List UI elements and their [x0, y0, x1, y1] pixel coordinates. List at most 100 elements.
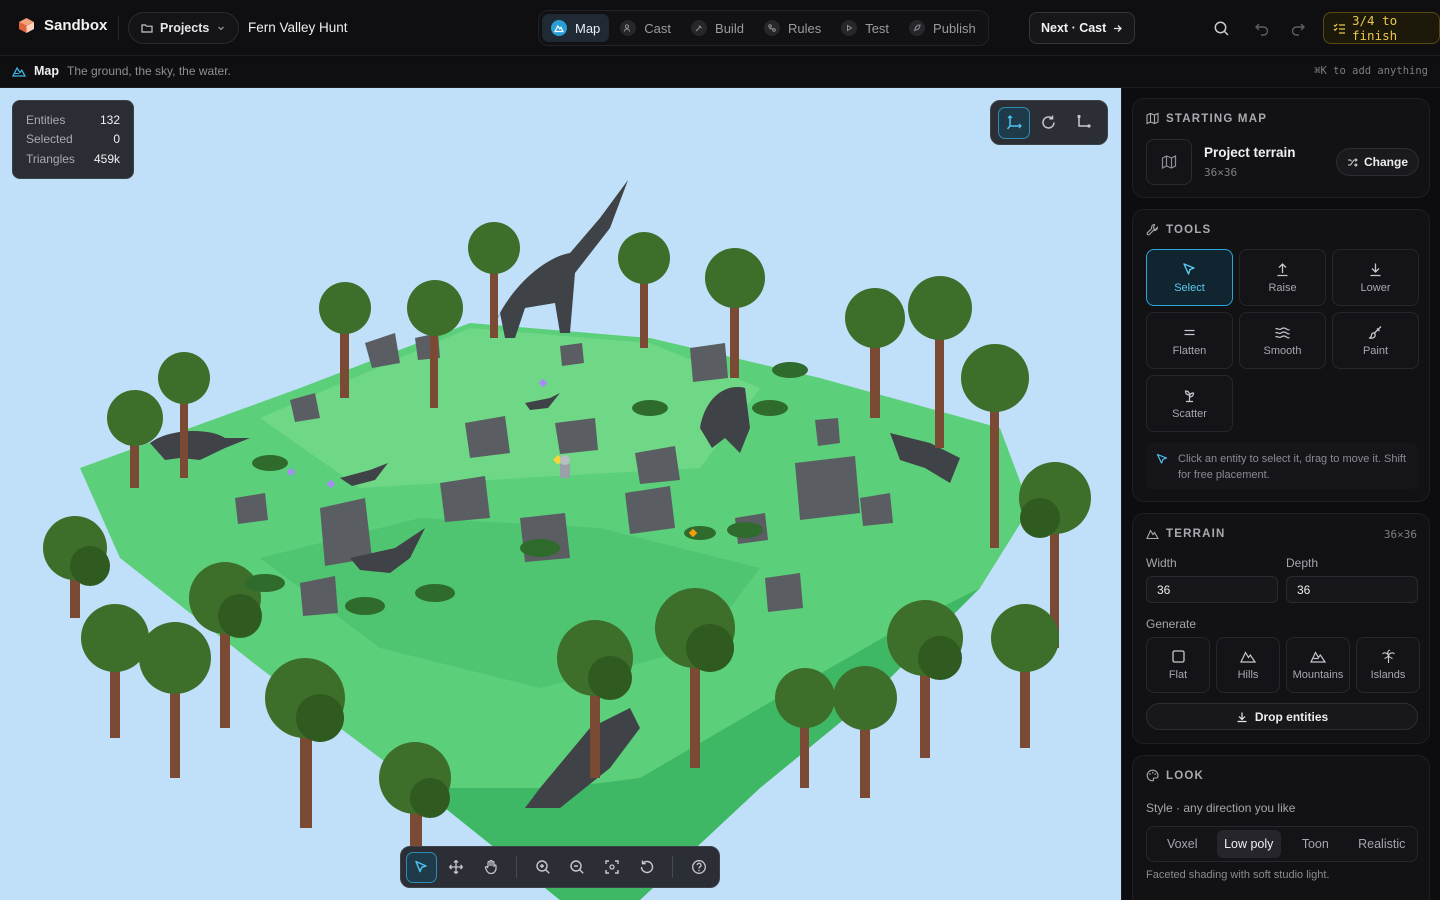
look-heading: LOOK: [1146, 769, 1204, 782]
scene-viewport[interactable]: Entities 132 Selected 0 Triangles 459k: [0, 88, 1121, 900]
flatten-icon: [1182, 325, 1197, 340]
cursor-icon: [1182, 262, 1197, 277]
tool-hint-text: Click an entity to select it, drag to mo…: [1178, 453, 1407, 481]
zoom-in-button[interactable]: [527, 852, 558, 883]
tool-paint-label: Paint: [1362, 344, 1389, 357]
next-label: Next · Cast: [1041, 21, 1107, 35]
tool-smooth-label: Smooth: [1263, 344, 1302, 357]
orbit-button[interactable]: [441, 852, 472, 883]
tool-grid: Select Raise Lower Flatten Smooth Paint: [1146, 249, 1419, 432]
top-bar: Sandbox Projects Fern Valley Hunt Map Ca…: [0, 0, 1440, 56]
select-mode-button[interactable]: [406, 851, 437, 883]
axis-gizmo-button[interactable]: [998, 106, 1031, 139]
terrain-icon: [551, 20, 567, 36]
tab-test-label: Test: [865, 20, 890, 36]
move-icon: [448, 859, 464, 875]
map-size: 36×36: [1204, 166, 1238, 179]
starting-map-heading-text: STARTING MAP: [1166, 112, 1268, 125]
drop-entities-button[interactable]: Drop entities: [1146, 703, 1418, 730]
tool-raise[interactable]: Raise: [1239, 249, 1326, 306]
raise-icon: [1275, 262, 1290, 277]
map-icon: [1146, 112, 1159, 125]
width-field[interactable]: 36: [1146, 576, 1278, 603]
next-cast-button[interactable]: Next · Cast: [1029, 12, 1136, 44]
folder-icon: [141, 22, 153, 34]
focus-icon: [604, 859, 620, 875]
style-realistic[interactable]: Realistic: [1350, 830, 1415, 858]
tab-test[interactable]: Test: [832, 14, 898, 42]
player-character: [560, 455, 570, 478]
cursor-icon: [1156, 453, 1169, 481]
tab-build[interactable]: Build: [682, 14, 753, 42]
shuffle-icon: [1347, 157, 1358, 168]
axes-icon: [1006, 114, 1023, 131]
tool-smooth[interactable]: Smooth: [1239, 312, 1326, 369]
pan-button[interactable]: [476, 852, 507, 883]
change-map-button[interactable]: Change: [1336, 148, 1419, 176]
checklist-icon: [1333, 22, 1346, 35]
zoom-out-icon: [569, 859, 585, 875]
tool-scatter[interactable]: Scatter: [1146, 375, 1233, 432]
tab-publish-label: Publish: [933, 20, 976, 36]
tab-rules-label: Rules: [787, 20, 822, 36]
style-toon[interactable]: Toon: [1283, 830, 1348, 858]
tab-cast[interactable]: Cast: [611, 14, 680, 42]
preset-mountains[interactable]: Mountains: [1286, 637, 1350, 693]
tool-paint[interactable]: Paint: [1332, 312, 1419, 369]
tool-select[interactable]: Select: [1146, 249, 1233, 306]
style-label: Style · any direction you like: [1146, 801, 1296, 815]
section-bar: Map The ground, the sky, the water. ⌘K t…: [0, 57, 1440, 88]
tool-flatten[interactable]: Flatten: [1146, 312, 1233, 369]
download-icon: [1236, 711, 1248, 723]
brand[interactable]: Sandbox: [18, 17, 107, 34]
tool-select-label: Select: [1174, 281, 1205, 294]
rotate-gizmo-button[interactable]: [1033, 107, 1065, 139]
tab-publish[interactable]: Publish: [900, 14, 985, 42]
preset-hills[interactable]: Hills: [1216, 637, 1280, 693]
look-card: LOOK Style · any direction you like Voxe…: [1132, 755, 1430, 900]
focus-button[interactable]: [597, 852, 628, 883]
tools-heading: TOOLS: [1146, 223, 1211, 236]
starting-map-card: STARTING MAP Project terrain 36×36 Chang…: [1132, 98, 1430, 198]
tool-lower[interactable]: Lower: [1332, 249, 1419, 306]
style-description: Faceted shading with soft studio light.: [1146, 869, 1330, 881]
stat-triangles: Triangles 459k: [26, 151, 120, 166]
projects-button[interactable]: Projects: [128, 12, 240, 44]
play-icon: [841, 20, 858, 36]
help-button[interactable]: [683, 852, 714, 883]
terrain-heading-text: TERRAIN: [1166, 527, 1226, 540]
preset-flat[interactable]: Flat: [1146, 637, 1210, 693]
local-axes-button[interactable]: [1068, 107, 1100, 139]
undo-icon[interactable]: [1252, 18, 1272, 38]
depth-label: Depth: [1286, 556, 1319, 570]
square-icon: [1171, 649, 1186, 664]
command-hint: ⌘K to add anything: [1314, 65, 1428, 77]
terrain-card: TERRAIN 36×36 Width 36 Depth 36 Generate…: [1132, 513, 1430, 744]
progress-badge[interactable]: 3/4 to finish: [1323, 12, 1440, 44]
style-voxel[interactable]: Voxel: [1150, 830, 1215, 858]
reset-view-button[interactable]: [632, 852, 663, 883]
zoom-out-button[interactable]: [562, 852, 593, 883]
tab-map[interactable]: Map: [542, 14, 610, 42]
scatter-icon: [1182, 388, 1197, 403]
project-name[interactable]: Fern Valley Hunt: [248, 20, 348, 35]
tab-rules[interactable]: Rules: [755, 14, 830, 42]
redo-icon[interactable]: [1288, 18, 1308, 38]
tab-cast-label: Cast: [644, 20, 672, 36]
toolbar-divider: [672, 856, 674, 878]
tab-build-label: Build: [715, 20, 744, 36]
width-label: Width: [1146, 556, 1177, 570]
gizmo-toolbar: [990, 100, 1108, 145]
terrain-scene[interactable]: [0, 88, 1121, 900]
stat-entities: Entities 132: [26, 112, 120, 127]
map-thumbnail[interactable]: [1146, 139, 1192, 185]
map-icon: [1161, 154, 1177, 170]
style-low-poly[interactable]: Low poly: [1216, 830, 1281, 858]
section-description: The ground, the sky, the water.: [67, 64, 231, 78]
mode-tabs: Map Cast Build Rules Test Publish: [538, 10, 989, 46]
depth-field[interactable]: 36: [1286, 576, 1418, 603]
search-icon[interactable]: [1211, 18, 1231, 38]
hills-icon: [1240, 649, 1256, 664]
terrain-icon: [1146, 527, 1159, 540]
preset-islands[interactable]: Islands: [1356, 637, 1420, 693]
